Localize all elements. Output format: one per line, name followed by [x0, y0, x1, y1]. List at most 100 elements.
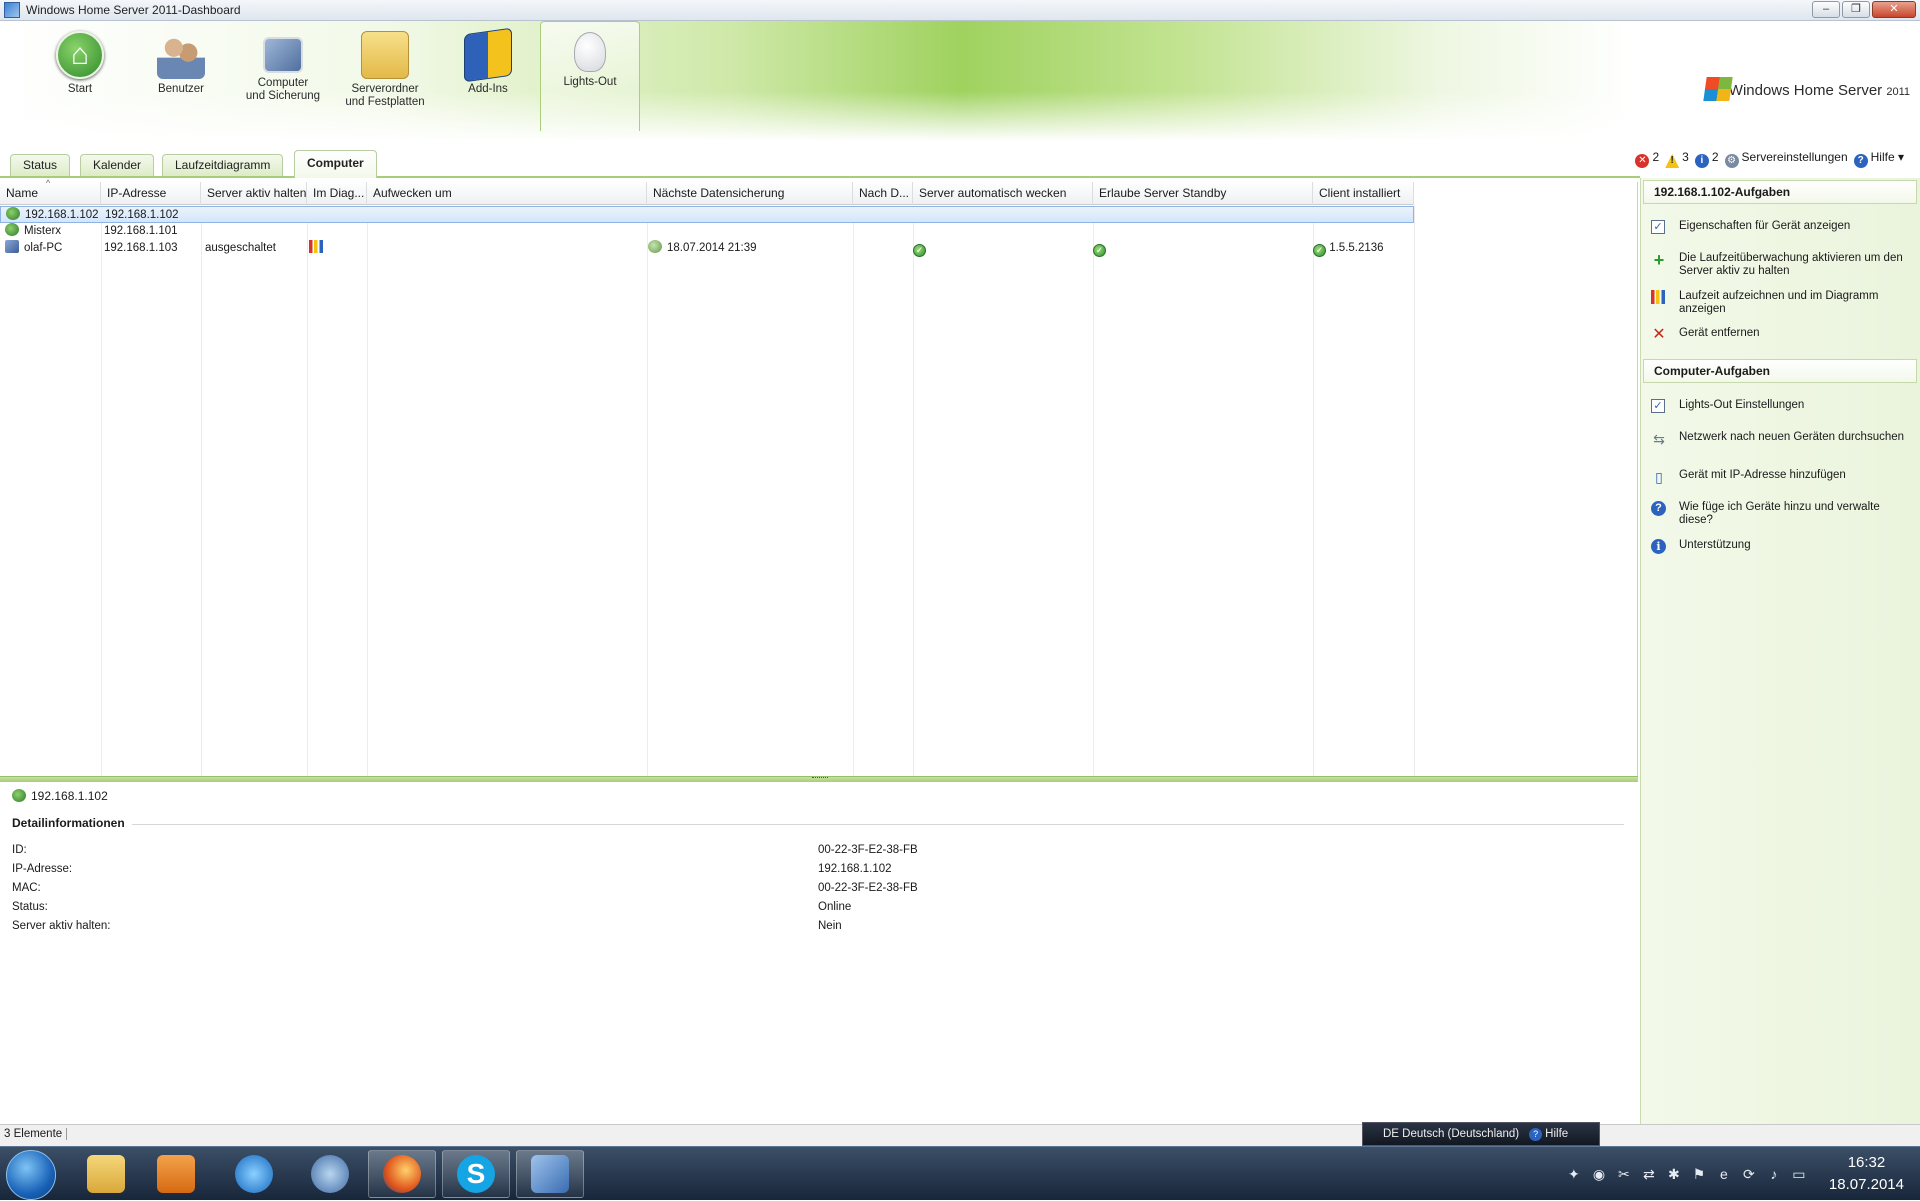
- users-icon: [157, 31, 205, 79]
- table-row[interactable]: 192.168.1.102 192.168.1.102: [0, 206, 1414, 223]
- start-button[interactable]: [6, 1150, 56, 1200]
- minimize-button[interactable]: –: [1812, 1, 1840, 18]
- taskbar-explorer[interactable]: [72, 1150, 140, 1198]
- task-enable-monitoring[interactable]: + Die Laufzeitüberwachung aktivieren um d…: [1651, 250, 1911, 278]
- task-add-by-ip[interactable]: ▯ Gerät mit IP-Adresse hinzufügen: [1651, 469, 1911, 485]
- network-icon: ⇆: [1653, 431, 1665, 447]
- table-row[interactable]: Misterx 192.168.1.101: [0, 223, 1414, 240]
- nav-lights-out-button[interactable]: Lights-Out: [540, 21, 640, 131]
- help-icon: ?: [1529, 1127, 1543, 1141]
- network-tray-icon[interactable]: ⇄: [1640, 1165, 1658, 1183]
- navigation-ribbon: Start Benutzer Computer und Sicherung Se…: [0, 21, 1920, 141]
- help-menu[interactable]: ? Hilfe ▾: [1853, 150, 1904, 168]
- product-logo: Windows Home Server 2011: [1702, 77, 1910, 101]
- tab-underline: [0, 176, 1640, 178]
- mouse-tray-icon[interactable]: ◉: [1590, 1165, 1608, 1183]
- pc-icon: [5, 240, 19, 253]
- tab-runtime-chart[interactable]: Laufzeitdiagramm: [162, 154, 284, 177]
- column-header-wake-at[interactable]: Aufwecken um: [367, 182, 647, 205]
- row-name-cell: olaf-PC: [2, 240, 62, 257]
- table-header: ^ Name IP-Adresse Server aktiv halten Im…: [0, 178, 1414, 205]
- alerts-bar: ✕ 2 ! 3 i2 ⚙ Servereinstellungen ? Hilfe ▾: [1635, 148, 1920, 170]
- task-remove-device[interactable]: ✕ Gerät entfernen: [1651, 326, 1911, 343]
- task-record-runtime[interactable]: Laufzeit aufzeichnen und im Diagramm anz…: [1651, 290, 1911, 316]
- tools-tray-icon[interactable]: ✂: [1615, 1165, 1633, 1183]
- bar-chart-icon: [309, 240, 323, 253]
- tab-computer[interactable]: Computer: [294, 150, 377, 178]
- ie-tray-icon[interactable]: e: [1715, 1165, 1733, 1183]
- taskbar-thunderbird[interactable]: [296, 1150, 364, 1198]
- warning-alerts[interactable]: ! 3: [1665, 150, 1689, 168]
- remove-icon: ✕: [1652, 326, 1666, 343]
- warning-icon: !: [1665, 154, 1680, 168]
- column-header-client[interactable]: Client installiert: [1313, 182, 1414, 205]
- nav-addins-button[interactable]: Add-Ins: [438, 21, 538, 131]
- detail-header: 192.168.1.102: [12, 786, 108, 806]
- update-tray-icon[interactable]: ⟳: [1740, 1165, 1758, 1183]
- close-button[interactable]: ✕: [1872, 1, 1916, 18]
- table-row[interactable]: olaf-PC 192.168.1.103 ausgeschaltet 18.0…: [0, 240, 1414, 257]
- task-show-properties[interactable]: ✓ Eigenschaften für Gerät anzeigen: [1651, 220, 1911, 234]
- language-indicator[interactable]: DE Deutsch (Deutschland): [1383, 1128, 1519, 1140]
- tab-bar: Status Kalender Laufzeitdiagramm Compute…: [0, 150, 1920, 178]
- nav-computers-button[interactable]: Computer und Sicherung: [233, 21, 333, 131]
- display-tray-icon[interactable]: ▭: [1790, 1165, 1808, 1183]
- bulb-tray-icon[interactable]: ✦: [1565, 1165, 1583, 1183]
- ie-icon: [235, 1155, 273, 1193]
- dashboard-icon: [531, 1155, 569, 1193]
- language-help[interactable]: ? Hilfe: [1529, 1127, 1568, 1141]
- column-header-in-chart[interactable]: Im Diag...: [307, 182, 367, 205]
- bluetooth-tray-icon[interactable]: ✱: [1665, 1165, 1683, 1183]
- detail-value: 00-22-3F-E2-38-FB: [818, 882, 918, 894]
- row-standby-cell: ✓: [1093, 240, 1106, 257]
- splitter-grip[interactable]: [812, 777, 828, 781]
- nav-server-folders-button[interactable]: Serverordner und Festplatten: [335, 21, 435, 131]
- nav-start-button[interactable]: Start: [30, 21, 130, 131]
- column-header-after[interactable]: Nach D...: [853, 182, 913, 205]
- tab-calendar[interactable]: Kalender: [80, 154, 155, 177]
- column-header-next-backup[interactable]: Nächste Datensicherung: [647, 182, 853, 205]
- row-keep-alive-cell: ausgeschaltet: [205, 242, 276, 254]
- checkbox-icon: ✓: [1651, 220, 1665, 234]
- restore-button[interactable]: ❐: [1842, 1, 1870, 18]
- mail-icon: [311, 1155, 349, 1193]
- error-alerts[interactable]: ✕ 2: [1635, 150, 1659, 168]
- server-settings-link[interactable]: ⚙ Servereinstellungen: [1724, 150, 1848, 168]
- row-auto-wake-cell: ✓: [913, 240, 926, 257]
- column-header-auto-wake[interactable]: Server automatisch wecken: [913, 182, 1093, 205]
- language-bar[interactable]: DE Deutsch (Deutschland) ? Hilfe: [1362, 1122, 1600, 1146]
- detail-value: Nein: [818, 920, 842, 932]
- row-ip-cell: 192.168.1.103: [104, 242, 178, 254]
- taskbar-media-player[interactable]: [142, 1150, 210, 1198]
- taskbar-skype[interactable]: S: [442, 1150, 510, 1198]
- clock[interactable]: 16:32 18.07.2014: [1829, 1152, 1904, 1196]
- task-scan-network[interactable]: ⇆ Netzwerk nach neuen Geräten durchsuchen: [1651, 431, 1911, 447]
- row-chart-cell[interactable]: [307, 240, 323, 257]
- info-alerts[interactable]: i2: [1694, 150, 1719, 168]
- taskbar-firefox[interactable]: [368, 1150, 436, 1198]
- task-help-add-devices[interactable]: ? Wie füge ich Geräte hinzu und verwalte …: [1651, 501, 1911, 527]
- task-lights-out-settings[interactable]: ✓ Lights-Out Einstellungen: [1651, 399, 1911, 413]
- computer-icon: [263, 37, 303, 73]
- taskbar-dashboard[interactable]: [516, 1150, 584, 1198]
- tab-status[interactable]: Status: [10, 154, 71, 177]
- check-icon: ✓: [1313, 244, 1326, 257]
- task-support[interactable]: i Unterstützung: [1651, 539, 1911, 554]
- addin-icon: [464, 27, 512, 83]
- plus-icon: +: [1653, 250, 1665, 270]
- detail-value: 00-22-3F-E2-38-FB: [818, 844, 918, 856]
- action-center-icon[interactable]: ⚑: [1690, 1165, 1708, 1183]
- column-header-allow-standby[interactable]: Erlaube Server Standby: [1093, 182, 1313, 205]
- detail-key: Server aktiv halten:: [12, 920, 111, 932]
- row-backup-cell: 18.07.2014 21:39: [647, 240, 757, 257]
- system-tray: ✦ ◉ ✂ ⇄ ✱ ⚑ e ⟳ ♪ ▭ 16:32 18.07.2014: [1565, 1147, 1920, 1201]
- column-header-ip[interactable]: IP-Adresse: [101, 182, 201, 205]
- server-icon: [6, 207, 20, 220]
- volume-icon[interactable]: ♪: [1765, 1165, 1783, 1183]
- taskbar-internet-explorer[interactable]: [220, 1150, 288, 1198]
- computer-tasks-title: Computer-Aufgaben: [1643, 359, 1917, 383]
- gear-icon: ⚙: [1724, 154, 1739, 168]
- column-header-name[interactable]: Name: [0, 182, 101, 205]
- column-header-keep-alive[interactable]: Server aktiv halten: [201, 182, 307, 205]
- nav-users-button[interactable]: Benutzer: [131, 21, 231, 131]
